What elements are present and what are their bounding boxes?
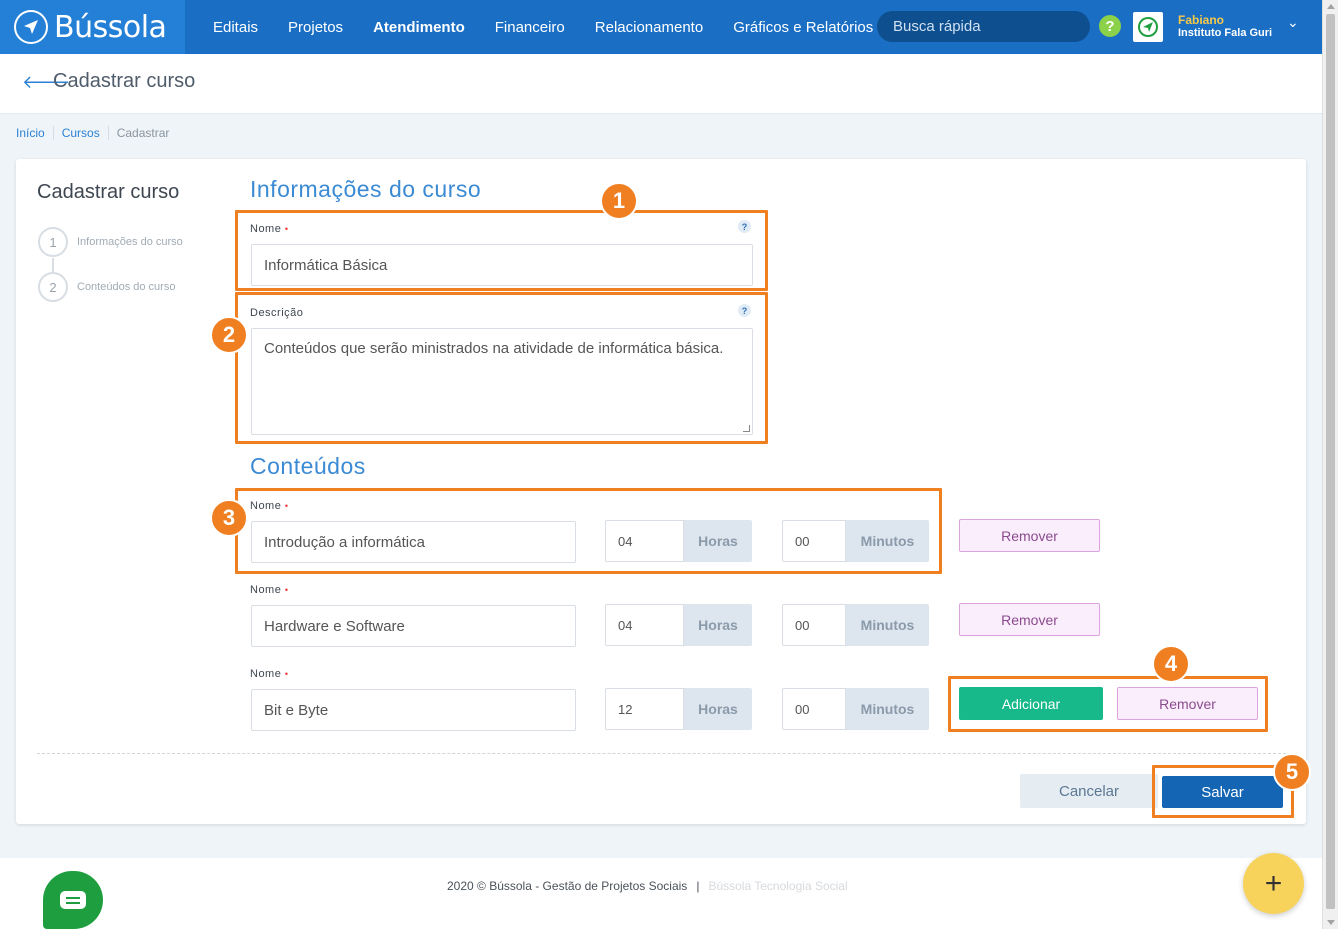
minutes-addon: Minutos bbox=[846, 604, 929, 646]
scroll-up-arrow-icon[interactable] bbox=[1327, 4, 1335, 9]
step-number: 1 bbox=[38, 227, 68, 257]
copyright: 2020 © Bússola - Gestão de Projetos Soci… bbox=[447, 879, 688, 893]
minutes-addon: Minutos bbox=[846, 688, 929, 730]
step-number: 2 bbox=[38, 272, 68, 302]
nav-graficos-relatorios[interactable]: Gráficos e Relatórios bbox=[733, 19, 873, 36]
page-title: Cadastrar curso bbox=[53, 70, 196, 92]
breadcrumb-inicio[interactable]: Início bbox=[16, 126, 45, 140]
divider bbox=[37, 753, 1286, 754]
page-header: 🡐 Cadastrar curso bbox=[0, 54, 1322, 114]
step-label: Informações do curso bbox=[77, 236, 183, 248]
required-mark: • bbox=[284, 669, 289, 679]
user-info[interactable]: Fabiano Instituto Fala Guri bbox=[1178, 13, 1272, 40]
section-title-informacoes: Informações do curso bbox=[250, 176, 482, 202]
step-conteudos[interactable]: 2 Conteúdos do curso bbox=[38, 272, 175, 302]
content-name-label: Nome • bbox=[250, 668, 289, 680]
nav-relacionamento[interactable]: Relacionamento bbox=[595, 19, 703, 36]
cancel-button[interactable]: Cancelar bbox=[1020, 774, 1158, 808]
footer-text: 2020 © Bússola - Gestão de Projetos Soci… bbox=[447, 879, 848, 893]
nav-projetos[interactable]: Projetos bbox=[288, 19, 343, 36]
quick-search bbox=[877, 11, 1092, 42]
step-informacoes[interactable]: 1 Informações do curso bbox=[38, 227, 183, 257]
remove-content-button[interactable]: Remover bbox=[959, 603, 1100, 636]
chat-button[interactable] bbox=[43, 871, 103, 929]
breadcrumb-cursos[interactable]: Cursos bbox=[62, 126, 100, 140]
annotation-marker-5: 5 bbox=[1273, 753, 1311, 791]
scroll-down-arrow-icon[interactable] bbox=[1327, 920, 1335, 925]
breadcrumb-separator bbox=[107, 126, 109, 140]
section-title-conteudos: Conteúdos bbox=[250, 453, 366, 479]
required-mark: • bbox=[284, 585, 289, 595]
annotation-marker-3: 3 bbox=[210, 499, 248, 537]
avatar[interactable] bbox=[1133, 12, 1163, 42]
step-label: Conteúdos do curso bbox=[77, 281, 176, 293]
annotation-marker-2: 2 bbox=[210, 316, 248, 354]
step-connector bbox=[52, 258, 54, 272]
chat-icon bbox=[60, 891, 86, 909]
label-text: Nome bbox=[250, 668, 282, 680]
scrollbar[interactable] bbox=[1322, 0, 1338, 929]
minutes-input[interactable]: 00 bbox=[782, 604, 846, 646]
steps-title: Cadastrar curso bbox=[37, 181, 180, 203]
content-name-input[interactable]: Bit e Byte bbox=[251, 689, 576, 731]
hours-input[interactable]: 04 bbox=[605, 604, 684, 646]
content-name-input[interactable]: Hardware e Software bbox=[251, 605, 576, 647]
remove-content-button[interactable]: Remover bbox=[959, 519, 1100, 552]
label-text: Nome bbox=[250, 584, 282, 596]
annotation-box-3 bbox=[235, 488, 942, 574]
content-name-label: Nome • bbox=[250, 584, 289, 596]
nav-atendimento[interactable]: Atendimento bbox=[373, 19, 465, 36]
add-fab-button[interactable]: + bbox=[1243, 853, 1304, 914]
user-org: Instituto Fala Guri bbox=[1178, 27, 1273, 39]
breadcrumb-cadastrar: Cadastrar bbox=[116, 126, 170, 140]
nav-financeiro[interactable]: Financeiro bbox=[495, 19, 565, 36]
compass-icon bbox=[14, 10, 48, 44]
breadcrumb-separator bbox=[52, 126, 54, 140]
minutes-input[interactable]: 00 bbox=[782, 688, 846, 730]
annotation-marker-4: 4 bbox=[1152, 645, 1190, 683]
footer-link[interactable]: Bússola Tecnologia Social bbox=[708, 879, 847, 893]
user-name: Fabiano bbox=[1178, 13, 1225, 27]
footer: 2020 © Bússola - Gestão de Projetos Soci… bbox=[0, 858, 1322, 929]
annotation-marker-1: 1 bbox=[600, 182, 638, 220]
annotation-box-4 bbox=[948, 676, 1268, 732]
app-name: Bússola bbox=[54, 9, 167, 45]
annotation-box-2 bbox=[235, 292, 768, 444]
footer-separator: | bbox=[696, 879, 700, 893]
annotation-box-1 bbox=[235, 210, 768, 291]
scroll-thumb[interactable] bbox=[1326, 14, 1335, 909]
top-navbar: Bússola Editais Projetos Atendimento Fin… bbox=[0, 0, 1322, 54]
chevron-down-icon[interactable]: ⌄ bbox=[1287, 14, 1299, 31]
hours-addon: Horas bbox=[684, 688, 752, 730]
breadcrumb: Início Cursos Cadastrar bbox=[16, 126, 169, 140]
nav-editais[interactable]: Editais bbox=[213, 19, 258, 36]
search-input[interactable] bbox=[893, 18, 1092, 35]
hours-addon: Horas bbox=[684, 604, 752, 646]
app-logo[interactable]: Bússola bbox=[0, 0, 185, 54]
hours-input[interactable]: 12 bbox=[605, 688, 684, 730]
main-nav: Editais Projetos Atendimento Financeiro … bbox=[213, 0, 903, 54]
help-icon[interactable]: ? bbox=[1099, 15, 1121, 37]
org-logo-icon bbox=[1138, 17, 1158, 37]
